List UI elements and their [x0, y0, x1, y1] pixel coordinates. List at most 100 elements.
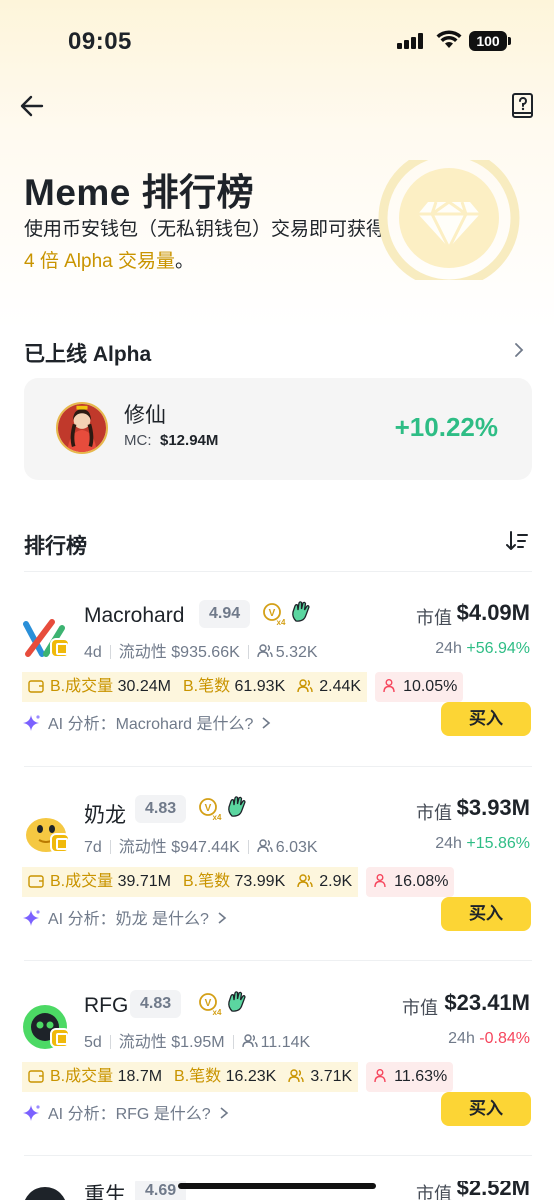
holder-pct-stat: 11.63%	[366, 1062, 454, 1092]
token-meta: 4d 流动性 $935.66K 5.32K	[84, 638, 318, 662]
wallet-icon	[28, 680, 44, 693]
txns-label: B.笔数	[174, 1068, 222, 1085]
person-icon	[374, 874, 386, 888]
alpha-section-title: 已上线 Alpha	[24, 343, 152, 366]
hero-desc-highlight: 4 倍 Alpha 交易量	[24, 251, 175, 272]
svg-text:V: V	[269, 608, 276, 619]
volume-value: 18.7M	[117, 1068, 163, 1085]
token-row[interactable]: 奶龙 4.83 V x4 7d 流动性 $947.44K 6.03K 市值 $3.9…	[0, 791, 554, 941]
traders-value: 2.9K	[319, 873, 353, 890]
buy-button[interactable]: 买入	[441, 897, 531, 931]
volume-stat: B.成交量 18.7M	[22, 1062, 169, 1092]
token-logo-chongsheng	[24, 1187, 66, 1200]
sort-icon[interactable]	[506, 530, 528, 552]
holders-count: 5.32K	[275, 644, 318, 661]
change-24h-value: +15.86%	[466, 835, 530, 852]
ai-analysis-link[interactable]: AI 分析：奶龙 是什么?	[22, 905, 227, 929]
liquidity-value: $1.95M	[171, 1034, 225, 1051]
market-cap-value: $3.93M	[456, 795, 530, 820]
txns-label: B.笔数	[182, 873, 231, 890]
txns-stat: B.笔数 73.99K	[176, 867, 292, 897]
holder-pct-stat: 16.08%	[366, 867, 455, 897]
market-cap-label: 市值	[416, 1184, 452, 1200]
ranking-section-title: 排行榜	[24, 535, 87, 558]
holders-count: 11.14K	[260, 1034, 311, 1051]
liquidity-label: 流动性	[118, 644, 167, 661]
change-24h-value: -0.84%	[479, 1030, 530, 1047]
liquidity-label: 流动性	[118, 1034, 167, 1051]
battery-indicator: 100	[469, 31, 511, 51]
holders-icon	[257, 644, 273, 658]
holders-count: 6.03K	[275, 839, 318, 856]
token-age: 4d	[84, 644, 102, 661]
alpha-price-change: +10.22%	[394, 412, 498, 442]
change-24h: 24h +56.94%	[435, 640, 530, 658]
person-icon	[383, 679, 395, 693]
token-name: RFG	[84, 994, 129, 1017]
traders-icon	[297, 679, 313, 693]
chevron-right-icon	[220, 1107, 228, 1119]
chevron-right-icon[interactable]	[512, 343, 526, 357]
holder-pct-value: 16.08%	[394, 873, 449, 890]
ai-analysis-link[interactable]: AI 分析：RFG 是什么?	[22, 1100, 229, 1124]
ai-analysis-text: AI 分析：RFG 是什么?	[48, 1106, 211, 1123]
stats-row: B.成交量 30.24M B.笔数 61.93K 2.44K 10.05%	[22, 672, 464, 702]
svg-text:V: V	[205, 998, 212, 1009]
waving-hand-icon	[228, 991, 246, 1012]
status-time: 09:05	[68, 28, 132, 55]
buy-button[interactable]: 买入	[441, 702, 531, 736]
txns-label: B.笔数	[182, 678, 231, 695]
divider	[24, 1155, 532, 1156]
divider	[24, 960, 532, 961]
wallet-icon	[28, 1070, 44, 1083]
chevron-right-icon	[218, 912, 227, 924]
holders-icon	[241, 1034, 258, 1048]
ai-sparkle-icon	[23, 1105, 40, 1121]
market-cap-label: 市值	[416, 608, 452, 628]
holder-pct-value: 10.05%	[403, 678, 458, 695]
wallet-badge-icon	[50, 833, 70, 853]
help-book-icon[interactable]	[510, 92, 536, 120]
volume-label: B.成交量	[50, 678, 114, 695]
traders-value: 3.71K	[310, 1068, 353, 1085]
ai-analysis-link[interactable]: AI 分析：Macrohard 是什么?	[22, 710, 271, 734]
waving-hand-icon	[292, 601, 310, 622]
buy-button[interactable]: 买入	[441, 1092, 531, 1126]
token-score: 4.83	[130, 990, 182, 1018]
token-name: Macrohard	[84, 604, 185, 627]
home-indicator	[178, 1183, 376, 1189]
v-multiplier-icon: V x4	[199, 993, 222, 1016]
token-row[interactable]: Macrohard 4.94 V x4 4d 流动性 $935.66K 5.32K …	[0, 596, 554, 746]
txns-value: 73.99K	[234, 873, 286, 890]
svg-text:x4: x4	[277, 618, 286, 626]
volume-stat: B.成交量 30.24M	[22, 672, 177, 702]
change-24h-value: +56.94%	[466, 640, 530, 657]
market-cap-value: $23.41M	[444, 990, 530, 1015]
change-24h-label: 24h	[435, 640, 462, 657]
wallet-icon	[28, 875, 44, 888]
traders-icon	[297, 874, 313, 888]
wallet-badge-icon	[50, 1028, 70, 1048]
chevron-right-icon	[262, 717, 271, 729]
page-title: Meme 排行榜	[24, 172, 255, 213]
hero-description: 使用币安钱包（无私钥钱包）交易即可获得 4 倍 Alpha 交易量。	[24, 214, 394, 278]
v-multiplier-icon: V x4	[199, 798, 222, 821]
svg-text:x4: x4	[213, 813, 222, 821]
change-24h: 24h +15.86%	[435, 835, 530, 853]
token-avatar	[56, 402, 108, 454]
alpha-mc-label: MC:	[124, 432, 152, 449]
stats-row: B.成交量 39.71M B.笔数 73.99K 2.9K 16.08%	[22, 867, 455, 897]
volume-value: 39.71M	[117, 873, 171, 890]
diamond-emblem-icon	[378, 160, 520, 280]
ai-analysis-text: AI 分析：Macrohard 是什么?	[48, 716, 254, 733]
volume-label: B.成交量	[50, 873, 114, 890]
token-score: 4.83	[135, 795, 187, 823]
token-age: 7d	[84, 839, 102, 856]
alpha-token-card[interactable]: 修仙 MC: $12.94M +10.22%	[24, 378, 532, 480]
ai-analysis-text: AI 分析：奶龙 是什么?	[48, 911, 209, 928]
arrow-left-icon[interactable]	[18, 92, 46, 120]
holder-pct-value: 11.63%	[394, 1068, 448, 1085]
token-row[interactable]: RFG 4.83 V x4 5d 流动性 $1.95M 11.14K 市值 $23.…	[0, 986, 554, 1136]
volume-value: 30.24M	[117, 678, 171, 695]
volume-label: B.成交量	[50, 1068, 114, 1085]
